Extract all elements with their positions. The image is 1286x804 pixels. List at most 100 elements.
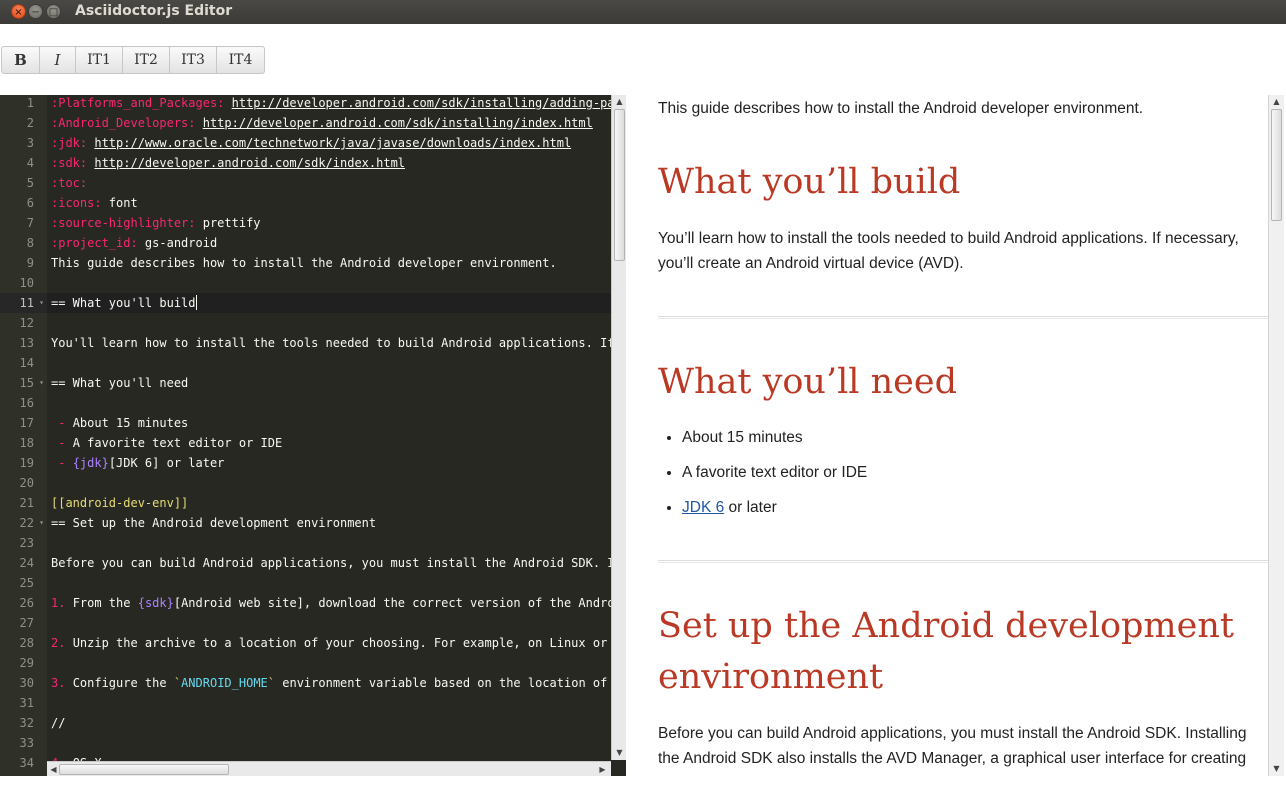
- html-preview-pane[interactable]: This guide describes how to install the …: [626, 95, 1286, 776]
- preview-heading-setup-android: Set up the Android development environme…: [658, 606, 1234, 697]
- line-number: 18: [0, 433, 47, 453]
- window-title: Asciidoctor.js Editor: [75, 3, 233, 19]
- code-line[interactable]: :project_id: gs-android: [47, 233, 611, 253]
- scroll-down-arrow-icon[interactable]: ▼: [1271, 763, 1282, 774]
- code-line[interactable]: :Platforms_and_Packages: http://develope…: [47, 95, 611, 113]
- line-number-text: 11: [19, 296, 34, 310]
- code-line[interactable]: == What you'll build: [47, 293, 611, 313]
- line-number: 12: [0, 313, 47, 333]
- preview-vertical-scrollbar[interactable]: ▲ ▼: [1268, 95, 1284, 776]
- code-line[interactable]: 3. Configure the `ANDROID_HOME` environm…: [47, 673, 611, 693]
- scroll-down-arrow-icon[interactable]: ▼: [614, 747, 625, 758]
- scroll-up-arrow-icon[interactable]: ▲: [614, 96, 625, 107]
- italic-button[interactable]: I: [40, 47, 76, 73]
- line-number-text: 5: [26, 176, 34, 190]
- code-line[interactable]: :icons: font: [47, 193, 611, 213]
- code-line[interactable]: [47, 733, 611, 753]
- line-number: 2: [0, 113, 47, 133]
- code-token: {jdk}: [72, 456, 109, 470]
- heading3-button[interactable]: IT3: [170, 47, 217, 73]
- code-line[interactable]: :jdk: http://www.oracle.com/technetwork/…: [47, 133, 611, 153]
- code-line[interactable]: [47, 693, 611, 713]
- line-number: 16: [0, 393, 47, 413]
- code-line[interactable]: :toc:: [47, 173, 611, 193]
- maximize-window-icon[interactable]: □: [46, 4, 61, 19]
- code-line[interactable]: - A favorite text editor or IDE: [47, 433, 611, 453]
- line-number: 29: [0, 653, 47, 673]
- line-number: 32: [0, 713, 47, 733]
- code-line[interactable]: - About 15 minutes: [47, 413, 611, 433]
- code-line[interactable]: :source-highlighter: prettify: [47, 213, 611, 233]
- fold-arrow-icon[interactable]: ▾: [39, 513, 44, 533]
- code-line[interactable]: [47, 533, 611, 553]
- code-token: //: [51, 716, 66, 730]
- code-token: `: [173, 676, 182, 690]
- bold-button[interactable]: B: [2, 47, 40, 73]
- code-line[interactable]: [47, 273, 611, 293]
- line-number-gutter: 1 2 3 4 5 6 7 8 9 10 11 ▾ 12 13 14 15 ▾ 16 17 18 19 20 21 22 ▾ 23…: [0, 95, 47, 776]
- code-token: 1.: [51, 596, 73, 610]
- code-token: http://developer.android.com/sdk/install…: [231, 96, 611, 110]
- code-token: 3.: [51, 676, 73, 690]
- code-line[interactable]: [47, 353, 611, 373]
- close-window-icon[interactable]: ×: [11, 4, 26, 19]
- code-line[interactable]: :Android_Developers: http://developer.an…: [47, 113, 611, 133]
- code-line[interactable]: :sdk: http://developer.android.com/sdk/i…: [47, 153, 611, 173]
- code-line[interactable]: You'll learn how to install the tools ne…: [47, 333, 611, 353]
- code-line[interactable]: [[android-dev-env]]: [47, 493, 611, 513]
- preview-heading-what-youll-build: What you’ll build: [658, 162, 961, 202]
- code-text-area[interactable]: :Platforms_and_Packages: http://develope…: [47, 95, 611, 776]
- code-line[interactable]: == Set up the Android development enviro…: [47, 513, 611, 533]
- code-token: You'll learn how to install the tools ne…: [51, 336, 611, 350]
- fold-arrow-icon[interactable]: ▾: [39, 293, 44, 313]
- code-line[interactable]: [47, 473, 611, 493]
- editor-horizontal-scrollbar[interactable]: ◀ ▶: [47, 761, 611, 776]
- line-number: 33: [0, 733, 47, 753]
- code-token: :source-highlighter:: [51, 216, 203, 230]
- code-line[interactable]: - {jdk}[JDK 6] or later: [47, 453, 611, 473]
- editor-vertical-scrollbar[interactable]: ▲ ▼: [611, 95, 626, 760]
- list-item: About 15 minutes: [682, 420, 867, 455]
- scroll-right-arrow-icon[interactable]: ▶: [597, 764, 608, 775]
- code-token: [Android web site], download the correct…: [173, 596, 611, 610]
- scroll-up-arrow-icon[interactable]: ▲: [1271, 96, 1282, 107]
- code-editor[interactable]: 1 2 3 4 5 6 7 8 9 10 11 ▾ 12 13 14 15 ▾ 16 17 18 19 20 21 22 ▾ 23…: [0, 95, 626, 776]
- fold-arrow-icon[interactable]: ▾: [39, 373, 44, 393]
- line-number: 25: [0, 573, 47, 593]
- jdk-link-suffix: or later: [724, 499, 777, 516]
- heading1-button[interactable]: IT1: [76, 47, 123, 73]
- code-line[interactable]: [47, 613, 611, 633]
- preview-vertical-scroll-thumb[interactable]: [1271, 109, 1282, 221]
- line-number: 11 ▾: [0, 293, 47, 313]
- code-line[interactable]: == What you'll need: [47, 373, 611, 393]
- line-number: 19: [0, 453, 47, 473]
- minimize-window-icon[interactable]: −: [28, 4, 43, 19]
- code-line[interactable]: [47, 313, 611, 333]
- code-line[interactable]: //: [47, 713, 611, 733]
- heading4-button[interactable]: IT4: [217, 47, 264, 73]
- line-number-text: 32: [19, 716, 34, 730]
- code-line[interactable]: 2. Unzip the archive to a location of yo…: [47, 633, 611, 653]
- line-number: 27: [0, 613, 47, 633]
- editor-horizontal-scroll-thumb[interactable]: [59, 764, 229, 775]
- code-line[interactable]: [47, 393, 611, 413]
- editor-vertical-scroll-thumb[interactable]: [614, 109, 625, 261]
- code-line[interactable]: This guide describes how to install the …: [47, 253, 611, 273]
- line-number: 6: [0, 193, 47, 213]
- line-number: 30: [0, 673, 47, 693]
- line-number: 1: [0, 95, 47, 113]
- code-token: :jdk:: [51, 136, 95, 150]
- scroll-left-arrow-icon[interactable]: ◀: [48, 764, 59, 775]
- line-number-text: 14: [19, 356, 34, 370]
- line-number: 31: [0, 693, 47, 713]
- heading2-button[interactable]: IT2: [123, 47, 170, 73]
- line-number: 7: [0, 213, 47, 233]
- line-number-text: 9: [26, 256, 34, 270]
- code-line[interactable]: [47, 653, 611, 673]
- code-line[interactable]: Before you can build Android application…: [47, 553, 611, 573]
- code-token: From the: [72, 596, 138, 610]
- code-line[interactable]: 1. From the {sdk}[Android web site], dow…: [47, 593, 611, 613]
- preview-setup-paragraph: Before you can build Android application…: [658, 725, 1247, 767]
- jdk-link[interactable]: JDK 6: [682, 499, 724, 516]
- code-line[interactable]: [47, 573, 611, 593]
